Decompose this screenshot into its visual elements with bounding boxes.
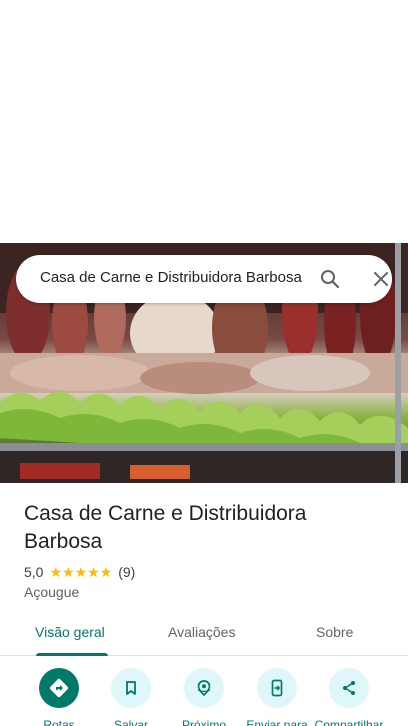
share-button[interactable]: Compartilhar: [313, 668, 385, 726]
search-bar[interactable]: Casa de Carne e Distribuidora Barbosa: [16, 255, 392, 303]
close-icon[interactable]: [369, 267, 393, 291]
share-label: Compartilhar: [314, 718, 384, 726]
directions-icon: [39, 668, 79, 708]
star-rating-icon: ★★★★★: [49, 563, 113, 580]
save-label: Salvar: [113, 718, 148, 726]
tab-about[interactable]: Sobre: [316, 624, 353, 640]
place-tabs: Visão geral Avaliações Sobre: [0, 612, 408, 656]
place-title: Casa de Carne e Distribuidora Barbosa: [24, 502, 307, 553]
nearby-icon: [184, 668, 224, 708]
share-icon: [329, 668, 369, 708]
search-icon[interactable]: [318, 267, 342, 291]
rating-row[interactable]: 5,0 ★★★★★ (9): [24, 563, 135, 581]
save-button[interactable]: Salvar: [95, 668, 167, 726]
send-to-phone-label: Enviar para: [246, 718, 308, 726]
send-to-phone-icon: [257, 668, 297, 708]
action-buttons: Rotas Salvar Próximo Enviar para Compart…: [0, 668, 408, 726]
bookmark-icon: [111, 668, 151, 708]
tab-reviews[interactable]: Avaliações: [168, 624, 235, 640]
send-to-phone-button[interactable]: Enviar para: [241, 668, 313, 726]
active-tab-indicator: [36, 653, 108, 656]
place-category[interactable]: Açougue: [24, 584, 79, 600]
directions-label: Rotas: [43, 718, 75, 726]
tab-overview[interactable]: Visão geral: [35, 624, 105, 640]
review-count[interactable]: (9): [118, 564, 135, 580]
nearby-label: Próximo: [181, 718, 226, 726]
search-input[interactable]: Casa de Carne e Distribuidora Barbosa: [40, 269, 304, 291]
map-area-blank: [0, 0, 408, 243]
rating-value: 5,0: [24, 564, 44, 580]
nearby-button[interactable]: Próximo: [168, 668, 240, 726]
directions-button[interactable]: Rotas: [23, 668, 95, 726]
